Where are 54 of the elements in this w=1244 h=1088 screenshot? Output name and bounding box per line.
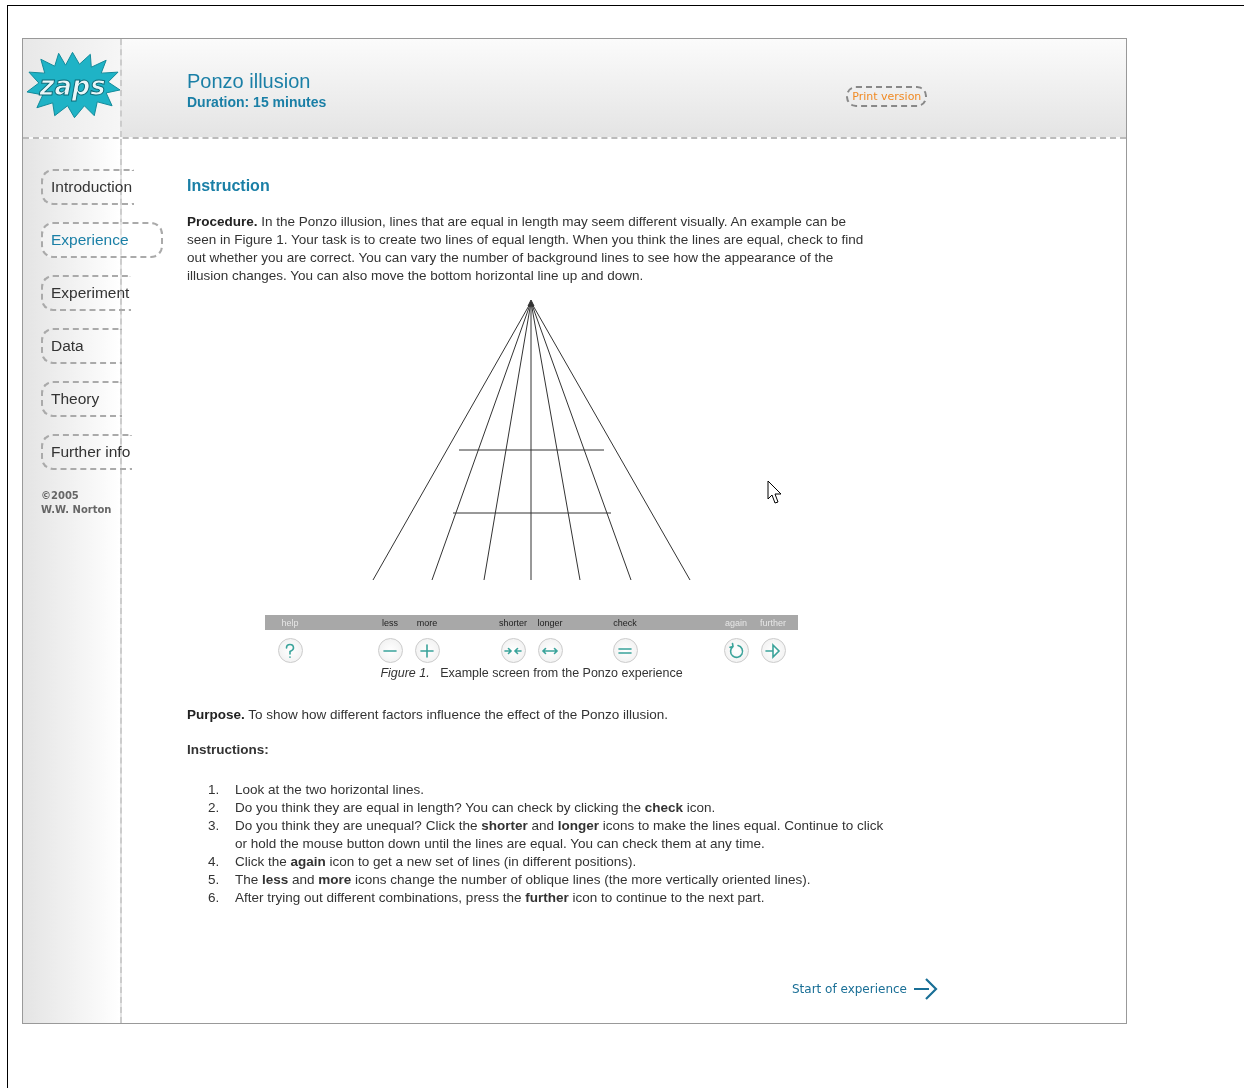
nav-item[interactable]: Introduction xyxy=(41,169,134,205)
toolbar-label: less xyxy=(382,617,398,628)
arrows-inward-icon xyxy=(504,647,522,654)
equals-icon xyxy=(618,647,632,654)
instruction-text: After trying out different combinations, press the further icon to continue to the next part. xyxy=(235,889,765,907)
instruction-text: Click the again icon to get a new set of lines (in different positions). xyxy=(235,853,637,871)
check-button[interactable] xyxy=(612,638,638,663)
instructions-heading: Instructions: xyxy=(187,742,270,757)
start-experience-link[interactable]: Start of experience xyxy=(791,982,907,996)
minus-icon xyxy=(383,649,397,652)
help-button[interactable] xyxy=(277,638,303,663)
copyright-text: W.W. Norton xyxy=(41,503,113,517)
purpose-paragraph: Purpose. To show how different factors influence the effect of the Ponzo illusion. xyxy=(187,706,670,724)
arrows-outward-icon xyxy=(541,647,559,654)
nav-item[interactable]: Experience xyxy=(41,222,163,258)
instruction-text: Do you think they are unequal? Click the shorter and longer icons to make the lines equal. Continue to click or hold the mouse button down until the lines are equal. You can check them at any time. xyxy=(235,817,885,853)
nav-item[interactable]: Theory xyxy=(41,381,122,417)
toolbar-label: help xyxy=(281,617,299,628)
figure-caption: Figure 1. Example screen from the Ponzo experience xyxy=(379,666,684,680)
instruction-text: The less and more icons change the number of oblique lines (the more vertically oriented lines). xyxy=(235,871,811,889)
toolbar-label: shorter xyxy=(499,617,527,628)
instruction-text: Do you think they are equal in length? You can check by clicking the check icon. xyxy=(235,799,716,817)
list-number: 4. xyxy=(208,853,221,871)
longer-button[interactable] xyxy=(537,638,563,663)
arrow-right-icon[interactable] xyxy=(913,977,939,1001)
toolbar-label: check xyxy=(613,617,637,628)
shorter-button[interactable] xyxy=(500,638,526,663)
instruction-text: Look at the two horizontal lines. xyxy=(235,781,425,799)
copyright-text: ©2005 xyxy=(41,489,80,503)
plus-icon xyxy=(420,643,434,658)
less-button[interactable] xyxy=(377,638,403,663)
list-number: 1. xyxy=(208,781,221,799)
nav-item[interactable]: Data xyxy=(41,328,122,364)
list-number: 6. xyxy=(208,889,221,907)
duration-label: Duration: 15 minutes xyxy=(187,94,327,110)
page-title: Ponzo illusion xyxy=(187,70,312,93)
further-button[interactable] xyxy=(760,638,786,663)
mouse-pointer-icon xyxy=(767,480,783,506)
more-button[interactable] xyxy=(414,638,440,663)
zaps-logo: zaps xyxy=(25,50,120,120)
again-button[interactable] xyxy=(723,638,749,663)
arrow-right-icon xyxy=(765,643,781,658)
refresh-icon xyxy=(729,642,744,658)
toolbar-label: more xyxy=(416,617,438,628)
nav-item[interactable]: Further info xyxy=(41,434,133,470)
list-number: 3. xyxy=(208,817,221,835)
toolbar-label: longer xyxy=(537,617,563,628)
procedure-paragraph: Procedure. In the Ponzo illusion, lines that are equal in length may seem different visually. An example can be seen in Figure 1. Your task is to create two lines of equal length. When you think the lines are equal, check to find out whether you are correct. You can vary the number of background lines to see how the appearance of the illusion changes. You can also move the bottom horizontal line up and down. xyxy=(187,213,865,285)
toolbar-label: further xyxy=(760,617,786,628)
list-number: 2. xyxy=(208,799,221,817)
section-heading: Instruction xyxy=(187,177,271,195)
question-icon xyxy=(285,643,295,658)
list-number: 5. xyxy=(208,871,221,889)
nav-item[interactable]: Experiment xyxy=(41,275,132,311)
